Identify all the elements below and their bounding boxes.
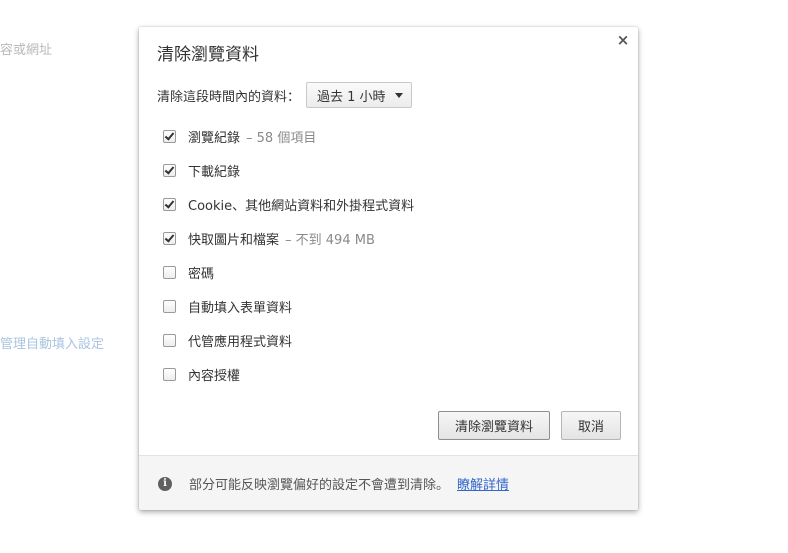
time-period-row: 清除這段時間內的資料： 過去 1 小時 xyxy=(157,81,412,109)
item-label: Cookie、其他網站資料和外掛程式資料 xyxy=(188,198,415,214)
checkbox[interactable] xyxy=(163,265,176,279)
checkbox[interactable] xyxy=(163,163,176,177)
item-detail: – 不到 494 MB xyxy=(285,232,375,248)
dialog-footer: i 部分可能反映瀏覽偏好的設定不會遭到清除。 瞭解詳情 xyxy=(139,455,638,510)
item-label: 代管應用程式資料 xyxy=(188,334,293,350)
list-item-cache[interactable]: 快取圖片和檔案 – 不到 494 MB xyxy=(163,221,414,255)
item-label: 快取圖片和檔案 xyxy=(188,232,280,248)
chevron-down-icon xyxy=(394,92,403,98)
list-item-download-history[interactable]: 下載紀錄 xyxy=(163,153,414,187)
background-autofill-settings-link: 管理自動填入設定 xyxy=(0,337,105,352)
info-icon: i xyxy=(158,476,172,491)
item-label: 內容授權 xyxy=(188,368,241,384)
checkbox[interactable] xyxy=(163,367,176,381)
list-item-autofill[interactable]: 自動填入表單資料 xyxy=(163,289,414,323)
checkbox[interactable] xyxy=(163,129,176,143)
checkbox[interactable] xyxy=(163,333,176,347)
list-item-content-licenses[interactable]: 內容授權 xyxy=(163,357,414,391)
item-detail: – 58 個項目 xyxy=(246,130,317,146)
item-label: 密碼 xyxy=(188,266,215,282)
clear-browsing-data-dialog: 清除瀏覽資料 × 清除這段時間內的資料： 過去 1 小時 瀏覽紀錄 – 58 個… xyxy=(139,27,638,510)
checkbox[interactable] xyxy=(163,197,176,211)
time-period-select[interactable]: 過去 1 小時 xyxy=(306,82,412,108)
close-icon[interactable]: × xyxy=(616,33,630,48)
time-period-value: 過去 1 小時 xyxy=(317,89,386,105)
dialog-title: 清除瀏覽資料 xyxy=(157,45,259,65)
item-label: 瀏覽紀錄 xyxy=(188,130,241,146)
list-item-browsing-history[interactable]: 瀏覽紀錄 – 58 個項目 xyxy=(163,119,414,153)
item-label: 下載紀錄 xyxy=(188,164,241,180)
data-type-list: 瀏覽紀錄 – 58 個項目 下載紀錄 Cookie、其他網站資料和外掛程式資料 … xyxy=(163,119,414,391)
item-label: 自動填入表單資料 xyxy=(188,300,293,316)
footer-note: 部分可能反映瀏覽偏好的設定不會遭到清除。 xyxy=(189,478,450,493)
list-item-passwords[interactable]: 密碼 xyxy=(163,255,414,289)
cancel-button[interactable]: 取消 xyxy=(561,411,621,440)
time-period-label: 清除這段時間內的資料： xyxy=(157,89,301,105)
list-item-cookies[interactable]: Cookie、其他網站資料和外掛程式資料 xyxy=(163,187,414,221)
clear-browsing-data-button[interactable]: 清除瀏覽資料 xyxy=(438,411,550,440)
learn-more-link[interactable]: 瞭解詳情 xyxy=(457,474,509,493)
checkbox[interactable] xyxy=(163,299,176,313)
background-omnibox-hint: 容或網址 xyxy=(0,43,53,58)
checkbox[interactable] xyxy=(163,231,176,245)
list-item-hosted-app-data[interactable]: 代管應用程式資料 xyxy=(163,323,414,357)
